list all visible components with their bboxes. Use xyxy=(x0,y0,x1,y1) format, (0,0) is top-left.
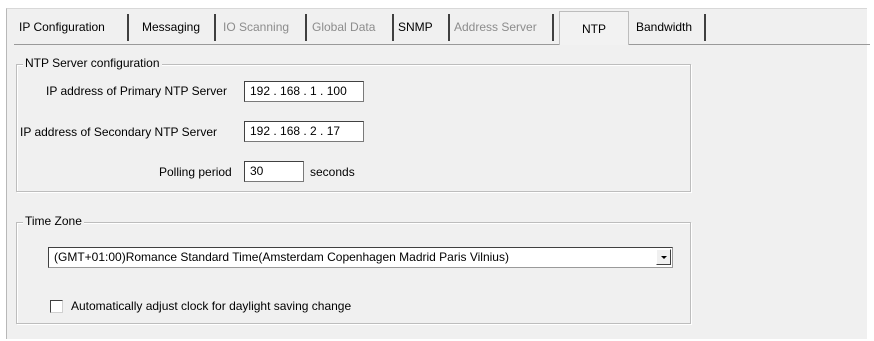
tab-snmp[interactable]: SNMP xyxy=(398,14,450,41)
dst-checkbox[interactable] xyxy=(50,300,63,313)
primary-ntp-ip-field[interactable]: 192 . 168 . 1 . 100 xyxy=(244,81,364,102)
tab-address-server: Address Server xyxy=(454,14,554,41)
tab-global-data: Global Data xyxy=(312,14,394,41)
tab-bandwidth[interactable]: Bandwidth xyxy=(636,14,706,41)
tab-ntp[interactable]: NTP xyxy=(559,11,629,45)
dropdown-arrow-icon[interactable] xyxy=(656,249,671,265)
time-zone-selected-value: (GMT+01:00)Romance Standard Time(Amsterd… xyxy=(54,250,509,264)
polling-unit-label: seconds xyxy=(310,165,355,179)
secondary-ntp-label: IP address of Secondary NTP Server xyxy=(20,125,217,139)
polling-period-label: Polling period xyxy=(159,165,232,179)
secondary-ntp-ip-field[interactable]: 192 . 168 . 2 . 17 xyxy=(244,121,364,142)
time-zone-select[interactable]: (GMT+01:00)Romance Standard Time(Amsterd… xyxy=(48,247,673,268)
primary-ntp-label: IP address of Primary NTP Server xyxy=(46,84,227,98)
tab-io-scanning: IO Scanning xyxy=(223,14,307,41)
tab-bar: IP Configuration Messaging IO Scanning G… xyxy=(14,11,870,45)
dst-label[interactable]: Automatically adjust clock for daylight … xyxy=(71,299,351,313)
tab-messaging[interactable]: Messaging xyxy=(142,14,216,41)
time-zone-legend: Time Zone xyxy=(23,214,84,228)
tab-ip-configuration[interactable]: IP Configuration xyxy=(19,14,129,41)
ntp-server-legend: NTP Server configuration xyxy=(23,56,162,70)
polling-period-field[interactable]: 30 xyxy=(244,161,304,182)
